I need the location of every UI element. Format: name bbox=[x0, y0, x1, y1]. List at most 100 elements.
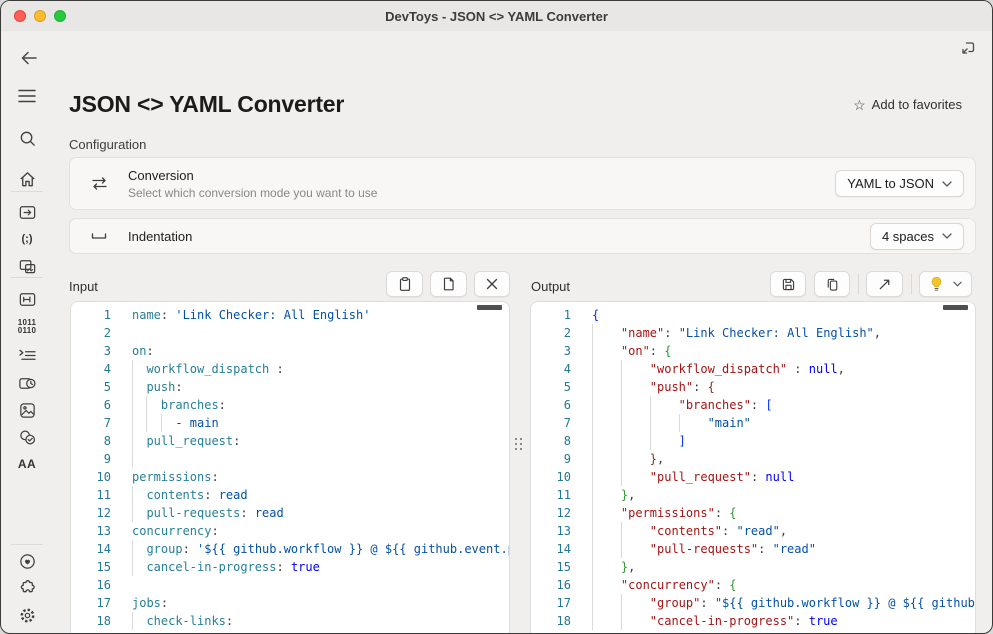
sidebar-item-settings[interactable] bbox=[1, 602, 53, 628]
file-icon bbox=[440, 275, 458, 293]
indentation-dropdown[interactable]: 4 spaces bbox=[870, 223, 964, 250]
chevron-down-icon bbox=[953, 281, 962, 287]
toolbar-separator bbox=[858, 274, 859, 294]
code-line: 14group: '${{ github.workflow }} @ ${{ g… bbox=[71, 540, 509, 558]
code-line: 13concurrency: bbox=[71, 522, 509, 540]
open-file-button[interactable] bbox=[430, 271, 467, 297]
add-to-favorites-button[interactable]: ☆ Add to favorites bbox=[853, 97, 962, 112]
toolbar-separator bbox=[911, 274, 912, 294]
sidebar-item-extensions[interactable] bbox=[1, 575, 53, 601]
expand-button[interactable] bbox=[866, 271, 903, 297]
save-button[interactable] bbox=[770, 271, 806, 297]
input-editor[interactable]: 1name: 'Link Checker: All English'23on:4… bbox=[71, 302, 509, 634]
input-label: Input bbox=[69, 279, 98, 294]
swap-arrows-icon bbox=[91, 176, 108, 191]
sidebar-item-date-time[interactable] bbox=[1, 370, 53, 396]
code-line: 12"permissions": { bbox=[531, 504, 975, 522]
input-scrollbar-thumb[interactable] bbox=[477, 305, 502, 310]
conversion-card: Conversion Select which conversion mode … bbox=[69, 157, 976, 210]
code-line: 1name: 'Link Checker: All English' bbox=[71, 306, 509, 324]
code-line: 9 bbox=[71, 450, 509, 468]
indentation-title: Indentation bbox=[128, 229, 192, 244]
sidebar-item-text-tools[interactable]: AA bbox=[1, 451, 53, 477]
code-line: 1{ bbox=[531, 306, 975, 324]
configuration-section-label: Configuration bbox=[69, 137, 146, 152]
code-line: 8pull_request: bbox=[71, 432, 509, 450]
sidebar-item-generators[interactable] bbox=[1, 342, 53, 368]
conversion-mode-dropdown[interactable]: YAML to JSON bbox=[835, 170, 964, 197]
paste-icon bbox=[396, 275, 414, 293]
gear-icon bbox=[18, 606, 37, 625]
save-icon bbox=[780, 276, 797, 293]
code-line: 9}, bbox=[531, 450, 975, 468]
code-line: 7- main bbox=[71, 414, 509, 432]
testers-icon bbox=[18, 428, 37, 447]
code-line: 10permissions: bbox=[71, 468, 509, 486]
sidebar-item-home[interactable] bbox=[1, 166, 53, 192]
titlebar: DevToys - JSON <> YAML Converter bbox=[1, 1, 992, 31]
output-editor-panel: 1{2"name": "Link Checker: All English",3… bbox=[530, 301, 976, 634]
sidebar-item-binary[interactable]: 10110110 bbox=[1, 314, 53, 340]
code-line: 12pull-requests: read bbox=[71, 504, 509, 522]
pane-splitter-grip[interactable] bbox=[515, 438, 525, 458]
encoders-decoders-icon: (;) bbox=[22, 233, 33, 245]
output-scrollbar-thumb[interactable] bbox=[943, 305, 968, 310]
sidebar-item-image-tools[interactable] bbox=[1, 397, 53, 423]
code-line: 3on: bbox=[71, 342, 509, 360]
sidebar-item-sponsor[interactable] bbox=[1, 548, 53, 574]
output-label: Output bbox=[531, 279, 570, 294]
search-icon bbox=[18, 129, 37, 148]
graphic-tools-icon bbox=[18, 257, 37, 276]
copy-icon bbox=[824, 276, 841, 293]
chevron-down-icon bbox=[942, 181, 952, 187]
paste-button[interactable] bbox=[386, 271, 423, 297]
sidebar-item-search[interactable] bbox=[1, 125, 53, 151]
copy-button[interactable] bbox=[814, 271, 850, 297]
output-editor[interactable]: 1{2"name": "Link Checker: All English",3… bbox=[531, 302, 975, 634]
smart-detection-button[interactable] bbox=[919, 271, 972, 297]
code-line: 3"on": { bbox=[531, 342, 975, 360]
code-line: 17"group": "${{ github.workflow }} @ ${{… bbox=[531, 594, 975, 612]
sidebar-item-testers[interactable] bbox=[1, 424, 53, 450]
sidebar-item-encoders-decoders[interactable]: (;) bbox=[1, 226, 53, 252]
page-title: JSON <> YAML Converter bbox=[69, 91, 344, 118]
binary-icon: 10110110 bbox=[18, 319, 37, 335]
clock-card-icon bbox=[18, 374, 37, 393]
text-tools-icon: AA bbox=[18, 457, 36, 471]
home-icon bbox=[18, 170, 37, 189]
sidebar-item-converters[interactable] bbox=[1, 199, 53, 225]
sidebar-item-graphic-tools[interactable] bbox=[1, 253, 53, 279]
input-editor-panel: 1name: 'Link Checker: All English'23on:4… bbox=[70, 301, 510, 634]
code-line: 4workflow_dispatch : bbox=[71, 360, 509, 378]
generators-icon bbox=[18, 348, 37, 363]
conversion-subtitle: Select which conversion mode you want to… bbox=[128, 186, 377, 200]
code-line: 18check-links: bbox=[71, 612, 509, 630]
sidebar-item-encoders[interactable] bbox=[1, 286, 53, 312]
expand-icon bbox=[877, 277, 892, 292]
open-in-window-button[interactable] bbox=[957, 37, 979, 59]
menu-icon bbox=[18, 89, 36, 103]
code-line: 2 bbox=[71, 324, 509, 342]
code-line: 6branches: bbox=[71, 396, 509, 414]
code-line: 6"branches": [ bbox=[531, 396, 975, 414]
code-line: 15cancel-in-progress: true bbox=[71, 558, 509, 576]
indentation-value: 4 spaces bbox=[882, 229, 934, 244]
open-in-new-window-icon bbox=[959, 39, 977, 57]
code-line: 5push: bbox=[71, 378, 509, 396]
code-line: 18"cancel-in-progress": true bbox=[531, 612, 975, 630]
clear-button[interactable] bbox=[474, 271, 510, 297]
puzzle-icon bbox=[18, 579, 36, 597]
code-line: 15}, bbox=[531, 558, 975, 576]
code-line: 2"name": "Link Checker: All English", bbox=[531, 324, 975, 342]
code-line: 4"workflow_dispatch" : null, bbox=[531, 360, 975, 378]
code-line: 16 bbox=[71, 576, 509, 594]
heart-circle-icon bbox=[18, 552, 37, 571]
converters-icon bbox=[18, 203, 37, 222]
window-title: DevToys - JSON <> YAML Converter bbox=[1, 9, 992, 24]
sidebar-item-menu[interactable] bbox=[1, 83, 53, 109]
indentation-card: Indentation 4 spaces bbox=[69, 218, 976, 254]
close-icon bbox=[485, 277, 499, 291]
indentation-icon bbox=[91, 231, 107, 241]
code-line: 14"pull-requests": "read" bbox=[531, 540, 975, 558]
lightbulb-icon bbox=[929, 276, 944, 292]
